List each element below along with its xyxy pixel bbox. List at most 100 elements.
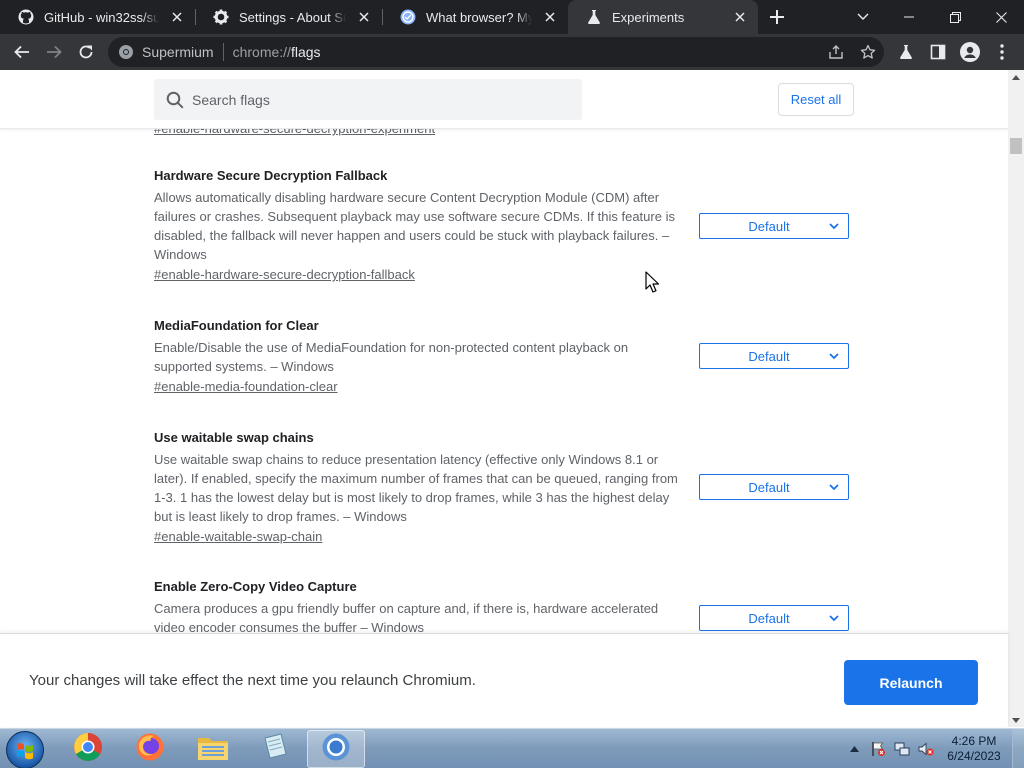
flag-link[interactable]: #enable-media-foundation-clear [154, 379, 338, 394]
close-icon[interactable] [540, 7, 560, 27]
menu-kebab-icon[interactable] [986, 36, 1018, 68]
close-icon[interactable] [354, 7, 374, 27]
forward-button[interactable] [38, 36, 70, 68]
profile-avatar-icon[interactable] [954, 36, 986, 68]
address-bar[interactable]: Supermium chrome://flags [108, 37, 884, 67]
firefox-icon [135, 732, 165, 767]
side-panel-icon[interactable] [922, 36, 954, 68]
tab-search-button[interactable] [840, 0, 886, 34]
taskbar-firefox[interactable] [121, 730, 179, 768]
notepad-icon [260, 732, 290, 767]
restore-button[interactable] [932, 0, 978, 34]
flags-header: Reset all [0, 70, 1008, 129]
select-value: Default [748, 348, 790, 364]
windows-taskbar: 4:26 PM 6/24/2023 [0, 728, 1024, 768]
site-info-chip[interactable]: Supermium [108, 44, 214, 60]
flag-link[interactable]: #enable-hardware-secure-decryption-fallb… [154, 267, 415, 282]
flag-item: Use waitable swap chains Use waitable sw… [154, 430, 854, 546]
flag-item: Enable Zero-Copy Video Capture Camera pr… [154, 579, 854, 637]
flag-item: Hardware Secure Decryption Fallback Allo… [154, 168, 854, 284]
flag-description: Use waitable swap chains to reduce prese… [154, 452, 678, 524]
select-value: Default [748, 218, 790, 234]
system-tray [842, 729, 938, 768]
search-icon [164, 89, 186, 111]
flag-state-select[interactable]: Default [699, 605, 849, 631]
scroll-up-arrow-icon[interactable] [1008, 70, 1024, 84]
flag-state-select[interactable]: Default [699, 474, 849, 500]
show-desktop-button[interactable] [1012, 729, 1024, 768]
tab-experiments[interactable]: Experiments [568, 0, 758, 34]
tab-github[interactable]: GitHub - win32ss/supermium [0, 0, 195, 34]
flag-title: Enable Zero-Copy Video Capture [154, 579, 357, 594]
tab-what-browser[interactable]: What browser? My browser [382, 0, 568, 34]
show-hidden-icons-icon[interactable] [843, 738, 865, 760]
taskbar-chrome[interactable] [59, 730, 117, 768]
chevron-down-icon [824, 346, 844, 366]
chevron-down-icon [824, 216, 844, 236]
relaunch-message: Your changes will take effect the next t… [29, 672, 476, 689]
tab-title: Experiments [612, 9, 685, 25]
flag-item: MediaFoundation for Clear Enable/Disable… [154, 318, 854, 396]
scroll-thumb[interactable] [1010, 138, 1022, 154]
relaunch-bar: Your changes will take effect the next t… [0, 633, 1008, 727]
gear-icon [213, 9, 229, 25]
taskbar-supermium[interactable] [307, 730, 365, 768]
reload-button[interactable] [70, 36, 102, 68]
minimize-button[interactable] [886, 0, 932, 34]
tab-strip: GitHub - win32ss/supermium Settings - Ab… [0, 0, 1024, 34]
flag-state-select[interactable]: Default [699, 213, 849, 239]
action-center-flag-icon[interactable] [867, 738, 889, 760]
taskbar-file-explorer[interactable] [184, 730, 242, 768]
url-host: flags [290, 44, 321, 60]
close-icon[interactable] [167, 7, 187, 27]
flag-state-select[interactable]: Default [699, 343, 849, 369]
tab-settings[interactable]: Settings - About Supermium [195, 0, 382, 34]
flask-icon [586, 9, 602, 25]
browser-toolbar: Supermium chrome://flags [0, 34, 1024, 70]
volume-muted-icon[interactable] [915, 738, 937, 760]
chrome-icon [73, 732, 103, 767]
site-name: Supermium [142, 44, 214, 60]
start-button[interactable] [6, 731, 44, 768]
experiments-flask-icon[interactable] [890, 36, 922, 68]
bookmark-star-icon[interactable] [852, 37, 884, 67]
search-box[interactable] [154, 79, 582, 120]
select-value: Default [748, 610, 790, 626]
scroll-down-arrow-icon[interactable] [1008, 713, 1024, 727]
mouse-cursor-icon [645, 271, 659, 293]
flag-description: Allows automatically disabling hardware … [154, 190, 675, 262]
omnibox-divider [222, 43, 224, 61]
close-window-button[interactable] [978, 0, 1024, 34]
flag-description: Camera produces a gpu friendly buffer on… [154, 601, 659, 635]
reset-all-button[interactable]: Reset all [778, 83, 854, 116]
flag-title: Hardware Secure Decryption Fallback [154, 168, 388, 183]
flag-link[interactable]: #enable-waitable-swap-chain [154, 529, 322, 544]
flags-list: #enable-hardware-secure-decryption-exper… [0, 70, 1008, 727]
new-tab-button[interactable] [763, 3, 791, 31]
flags-page: #enable-hardware-secure-decryption-exper… [0, 70, 1008, 727]
tab-title: What browser? My browser [426, 9, 532, 25]
share-icon[interactable] [820, 37, 852, 67]
chevron-down-icon [824, 477, 844, 497]
globe-icon [400, 9, 416, 25]
chevron-down-icon [824, 608, 844, 628]
network-icon[interactable] [891, 738, 913, 760]
flag-description: Enable/Disable the use of MediaFoundatio… [154, 340, 629, 374]
clock-time: 4:26 PM [951, 734, 997, 748]
supermium-icon [118, 44, 134, 60]
taskbar-notepad[interactable] [246, 730, 304, 768]
tab-title: GitHub - win32ss/supermium [44, 9, 159, 25]
search-input[interactable] [192, 91, 572, 108]
flag-title: Use waitable swap chains [154, 430, 314, 445]
select-value: Default [748, 479, 790, 495]
page-scrollbar[interactable] [1008, 70, 1024, 727]
file-explorer-icon [197, 733, 229, 766]
taskbar-clock[interactable]: 4:26 PM 6/24/2023 [940, 734, 1008, 764]
github-icon [18, 9, 34, 25]
relaunch-button[interactable]: Relaunch [844, 660, 978, 705]
flag-title: MediaFoundation for Clear [154, 318, 319, 333]
url-scheme: chrome:// [232, 44, 291, 60]
tab-title: Settings - About Supermium [239, 9, 346, 25]
back-button[interactable] [6, 36, 38, 68]
close-icon[interactable] [730, 7, 750, 27]
